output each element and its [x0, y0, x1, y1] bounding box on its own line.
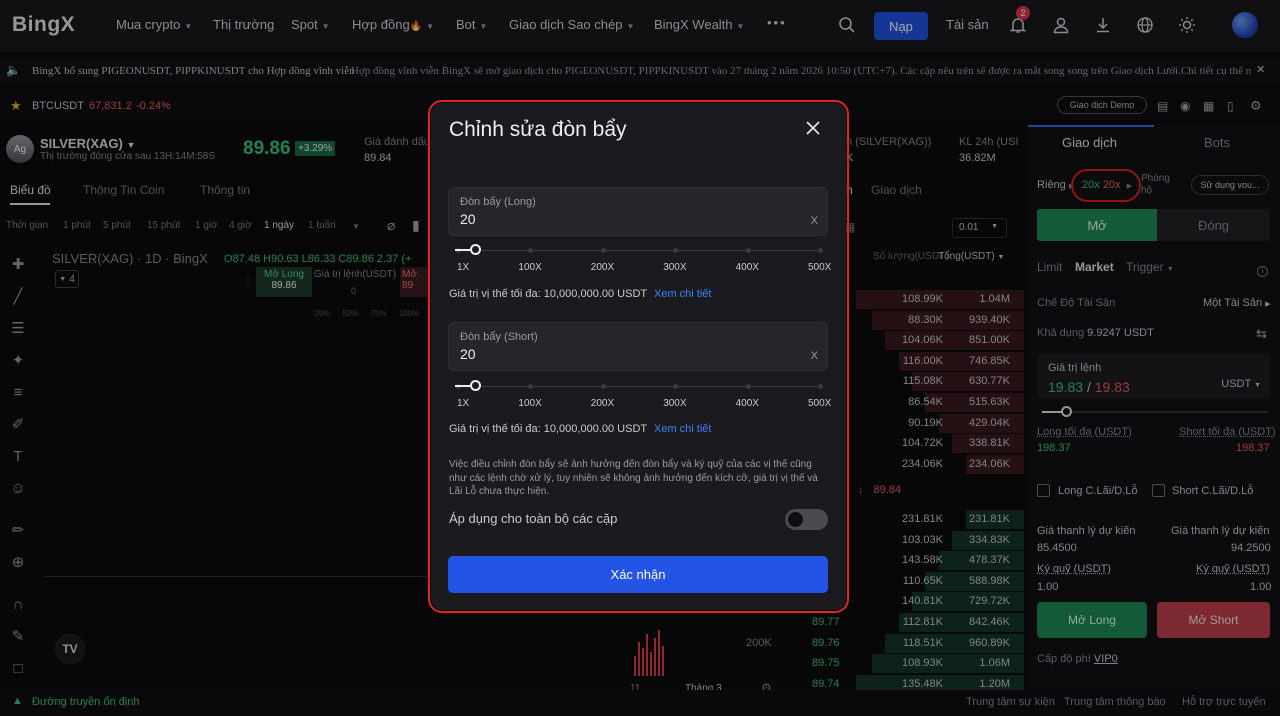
long-leverage-label: Đòn bẩy (Long)	[460, 196, 536, 208]
short-leverage-label: Đòn bẩy (Short)	[460, 331, 538, 343]
short-max-position: Giá trị vị thế tối đa: 10,000,000.00 USD…	[449, 423, 648, 435]
long-max-position: Giá trị vị thế tối đa: 10,000,000.00 USD…	[449, 288, 648, 300]
slider-mark-label[interactable]: 300X	[663, 262, 686, 273]
slider-track[interactable]	[458, 250, 820, 251]
slider-tick[interactable]	[600, 384, 606, 389]
slider-tick[interactable]	[818, 248, 823, 253]
leverage-disclaimer: Việc điều chỉnh đòn bẩy sẽ ảnh hưởng đến…	[449, 459, 818, 497]
slider-mark-label[interactable]: 100X	[518, 262, 541, 273]
close-icon[interactable]	[802, 117, 824, 139]
slider-fill	[455, 249, 471, 251]
slider-track[interactable]	[458, 386, 820, 387]
long-leverage-field[interactable]: Đòn bẩy (Long) X	[448, 187, 828, 236]
slider-tick[interactable]	[745, 384, 751, 389]
slider-mark-label[interactable]: 400X	[736, 262, 759, 273]
apply-all-toggle[interactable]	[785, 509, 828, 530]
slider-mark-label[interactable]: 1X	[457, 262, 469, 273]
slider-mark-label[interactable]: 400X	[736, 398, 759, 409]
short-details-link[interactable]: Xem chi tiết	[654, 423, 711, 435]
slider-mark-label[interactable]: 500X	[808, 398, 831, 409]
slider-mark-label[interactable]: 200X	[591, 398, 614, 409]
toggle-knob	[788, 512, 803, 527]
slider-mark-label[interactable]: 500X	[808, 262, 831, 273]
slider-mark-label[interactable]: 200X	[591, 262, 614, 273]
confirm-button[interactable]: Xác nhận	[448, 556, 828, 593]
app-root: BingX Mua crypto ▼ Thị trường Spot ▼ Hợp đồng…	[0, 0, 1280, 716]
slider-knob[interactable]	[470, 380, 481, 391]
slider-tick[interactable]	[600, 248, 606, 253]
apply-all-label: Áp dụng cho toàn bộ các cặp	[449, 511, 618, 526]
short-leverage-field[interactable]: Đòn bẩy (Short) X	[448, 322, 828, 371]
slider-mark-label[interactable]: 1X	[457, 398, 469, 409]
slider-mark-label[interactable]: 100X	[518, 398, 541, 409]
short-leverage-input[interactable]	[460, 346, 780, 362]
long-details-link[interactable]: Xem chi tiết	[654, 288, 711, 300]
slider-tick[interactable]	[818, 384, 823, 389]
long-leverage-input[interactable]	[460, 211, 780, 227]
modal-title: Chỉnh sửa đòn bẩy	[449, 118, 627, 141]
slider-fill	[455, 385, 471, 387]
leverage-unit: X	[810, 215, 818, 227]
slider-mark-label[interactable]: 300X	[663, 398, 686, 409]
slider-knob[interactable]	[470, 244, 481, 255]
leverage-unit: X	[810, 350, 818, 362]
slider-tick[interactable]	[745, 248, 751, 253]
